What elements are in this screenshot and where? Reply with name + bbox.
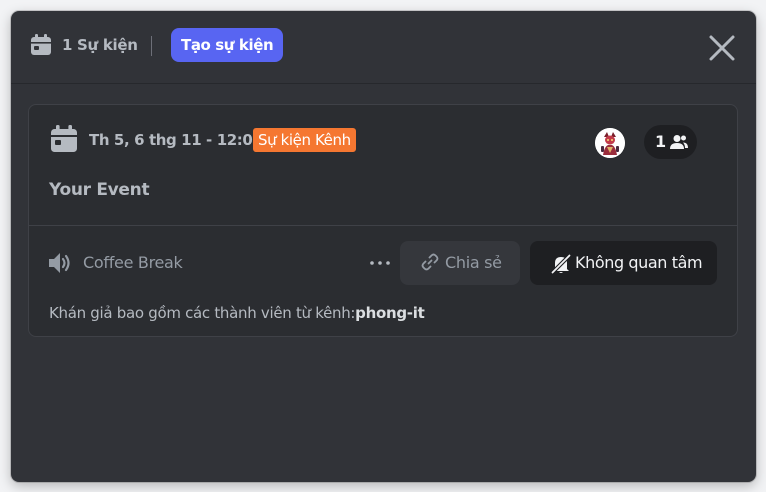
header-divider xyxy=(151,36,152,56)
event-type-badge: Sự kiện Kênh xyxy=(253,128,356,152)
calendar-icon xyxy=(51,125,77,152)
create-event-button[interactable]: Tạo sự kiện xyxy=(171,28,284,62)
event-title: Your Event xyxy=(49,180,150,200)
event-count-label: 1 Sự kiện xyxy=(62,36,138,54)
card-divider xyxy=(29,225,737,226)
avatar-image xyxy=(595,128,625,158)
event-modal: 1 Sự kiện Tạo sự kiện Th 5, 6 thg 11 - 1… xyxy=(11,11,756,482)
calendar-icon xyxy=(31,34,51,55)
modal-header: 1 Sự kiện Tạo sự kiện xyxy=(11,11,756,84)
close-icon[interactable] xyxy=(706,32,738,64)
audience-prefix: Khán giả bao gồm các thành viên từ kênh: xyxy=(49,304,356,322)
event-card[interactable]: Th 5, 6 thg 11 - 12:00 Sự kiện Kênh 1 Yo… xyxy=(28,104,738,337)
not-interested-label: Không quan tâm xyxy=(575,253,703,272)
voice-channel-name[interactable]: Coffee Break xyxy=(83,252,183,274)
more-dots-icon[interactable] xyxy=(368,253,392,273)
not-interested-button[interactable]: Không quan tâm xyxy=(530,241,717,285)
audience-note: Khán giả bao gồm các thành viên từ kênh:… xyxy=(49,302,425,324)
event-date-time: Th 5, 6 thg 11 - 12:00 xyxy=(89,131,263,149)
people-icon xyxy=(670,135,688,149)
interested-count: 1 xyxy=(655,132,667,151)
speaker-icon xyxy=(49,253,70,273)
bell-off-icon xyxy=(551,254,571,274)
share-label: Chia sẻ xyxy=(445,253,502,272)
link-icon xyxy=(421,253,439,271)
avatar[interactable] xyxy=(595,128,625,158)
share-button[interactable]: Chia sẻ xyxy=(400,241,520,285)
audience-channel[interactable]: phong-it xyxy=(355,304,425,322)
interested-count-button[interactable]: 1 xyxy=(644,125,697,159)
